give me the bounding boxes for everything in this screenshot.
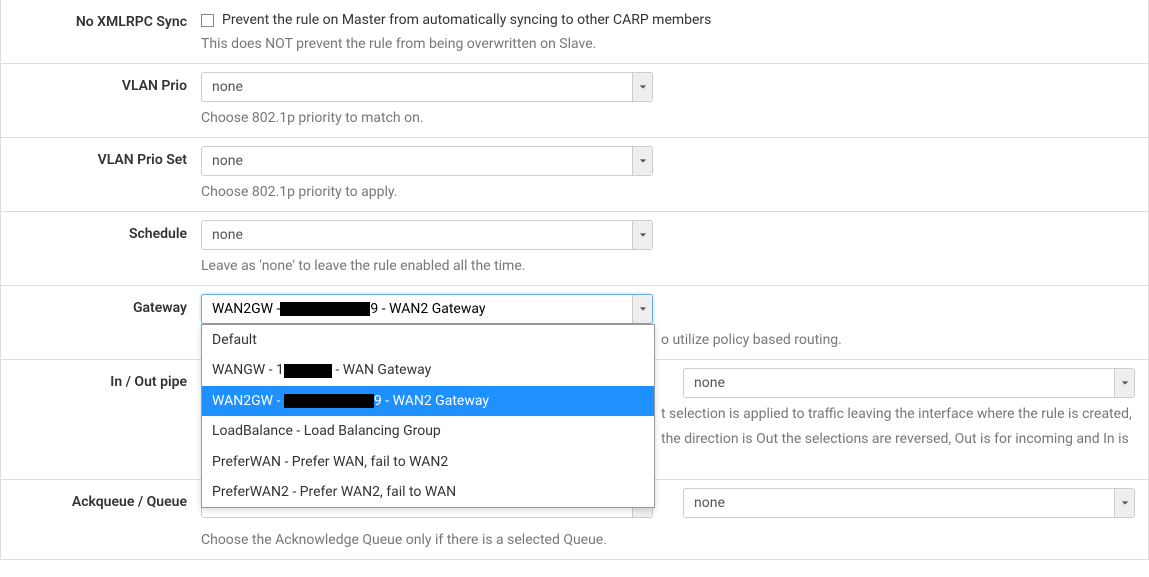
gateway-option-preferwan2[interactable]: PreferWAN2 - Prefer WAN2, fail to WAN: [202, 477, 654, 507]
select-value-out-pipe: none: [694, 375, 725, 391]
dropdown-gateway: Default WANGW - 1 - WAN Gateway WAN2GW -…: [201, 324, 655, 508]
label-schedule: Schedule: [1, 220, 201, 277]
chevron-down-icon: [632, 147, 652, 175]
select-schedule[interactable]: none: [201, 220, 653, 250]
select-out-pipe[interactable]: none: [683, 368, 1135, 398]
gateway-option-preferwan[interactable]: PreferWAN - Prefer WAN, fail to WAN2: [202, 447, 654, 477]
chevron-down-icon: [632, 73, 652, 101]
chevron-down-icon: [1114, 489, 1134, 517]
gateway-value-prefix: WAN2GW -: [212, 301, 280, 317]
row-vlan-prio: VLAN Prio none Choose 802.1p priority to…: [1, 63, 1148, 137]
redacted-text: [280, 302, 370, 316]
select-vlan-prio-set[interactable]: none: [201, 146, 653, 176]
select-value-vlan-prio-set: none: [212, 153, 243, 169]
gateway-option-loadbalance[interactable]: LoadBalance - Load Balancing Group: [202, 416, 654, 446]
select-vlan-prio[interactable]: none: [201, 72, 653, 102]
redacted-text: [284, 364, 332, 378]
chevron-down-icon: [632, 295, 652, 323]
checkbox-no-xmlrpc-sync[interactable]: [201, 14, 214, 27]
label-gateway: Gateway: [1, 294, 201, 351]
label-vlan-prio: VLAN Prio: [1, 72, 201, 129]
gateway-option-default[interactable]: Default: [202, 325, 654, 355]
help-schedule: Leave as 'none' to leave the rule enable…: [201, 256, 1134, 277]
select-value-schedule: none: [212, 227, 243, 243]
gateway-option-wan2gw[interactable]: WAN2GW - 9 - WAN2 Gateway: [202, 386, 654, 416]
row-schedule: Schedule none Leave as 'none' to leave t…: [1, 211, 1148, 285]
help-vlan-prio-set: Choose 802.1p priority to apply.: [201, 182, 1134, 203]
row-gateway: Gateway WAN2GW - 9 - WAN2 Gateway Defaul…: [1, 285, 1148, 359]
row-vlan-prio-set: VLAN Prio Set none Choose 802.1p priorit…: [1, 137, 1148, 211]
label-vlan-prio-set: VLAN Prio Set: [1, 146, 201, 203]
chevron-down-icon: [1114, 369, 1134, 397]
select-queue[interactable]: none: [683, 488, 1135, 518]
label-in-out-pipe: In / Out pipe: [1, 368, 201, 471]
chevron-down-icon: [632, 221, 652, 249]
select-gateway[interactable]: WAN2GW - 9 - WAN2 Gateway Default WANGW …: [201, 294, 653, 324]
help-vlan-prio: Choose 802.1p priority to match on.: [201, 108, 1134, 129]
row-no-xmlrpc-sync: No XMLRPC Sync Prevent the rule on Maste…: [1, 0, 1148, 63]
help-ackqueue: Choose the Acknowledge Queue only if the…: [201, 530, 1135, 551]
gateway-option-wangw[interactable]: WANGW - 1 - WAN Gateway: [202, 355, 654, 385]
help-no-xmlrpc-sync: This does NOT prevent the rule from bein…: [201, 34, 1134, 55]
label-ackqueue: Ackqueue / Queue: [1, 488, 201, 551]
select-value-vlan-prio: none: [212, 79, 243, 95]
gateway-value-suffix: 9 - WAN2 Gateway: [370, 301, 485, 317]
label-no-xmlrpc-sync: No XMLRPC Sync: [1, 8, 201, 55]
redacted-text: [284, 394, 374, 408]
select-value-queue: none: [694, 495, 725, 511]
checkbox-text-no-xmlrpc-sync: Prevent the rule on Master from automati…: [222, 12, 711, 28]
